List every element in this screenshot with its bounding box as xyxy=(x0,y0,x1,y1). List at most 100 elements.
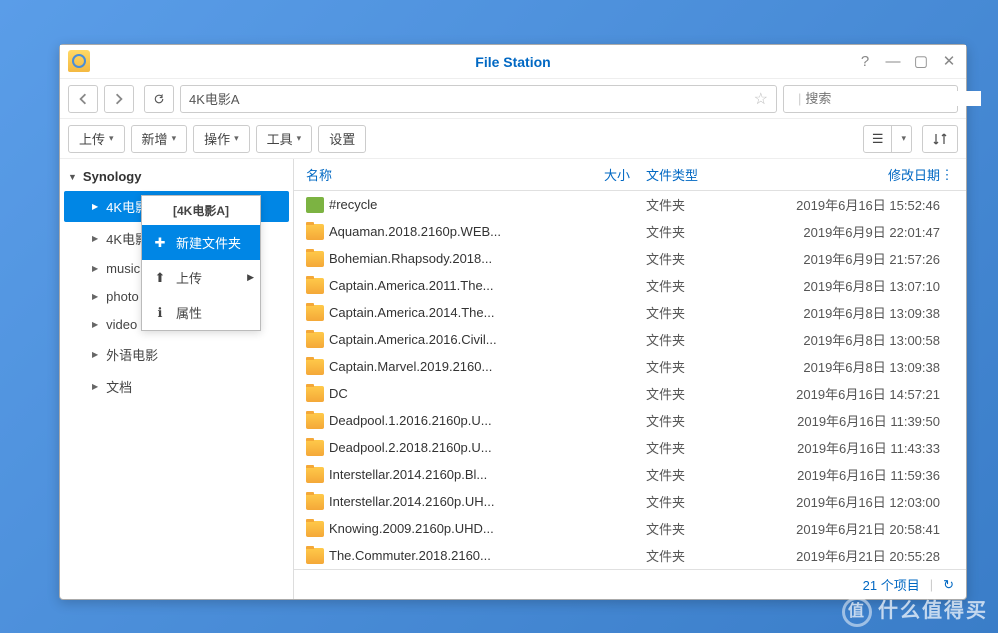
view-dropdown-button[interactable]: ▾ xyxy=(891,125,912,153)
sort-button[interactable] xyxy=(922,125,958,153)
file-date: 2019年6月16日 12:03:00 xyxy=(760,492,940,511)
context-menu-item[interactable]: ⬆上传▶ xyxy=(142,260,260,295)
file-type: 文件夹 xyxy=(630,357,760,376)
file-name: Captain.America.2014.The... xyxy=(329,305,540,320)
upload-icon: ⬆ xyxy=(152,270,168,286)
context-menu-item[interactable]: ✚ 新建文件夹 xyxy=(142,225,260,260)
plus-icon: ✚ xyxy=(152,235,168,251)
file-name: Deadpool.1.2016.2160p.U... xyxy=(329,413,540,428)
refresh-button[interactable] xyxy=(144,85,174,113)
expand-icon[interactable]: ▶ xyxy=(92,264,98,273)
close-icon[interactable]: ✕ xyxy=(936,49,962,73)
info-icon: ℹ xyxy=(152,305,168,321)
file-type: 文件夹 xyxy=(630,276,760,295)
file-type: 文件夹 xyxy=(630,195,760,214)
file-name: DC xyxy=(329,386,540,401)
file-row[interactable]: Captain.America.2016.Civil...文件夹2019年6月8… xyxy=(294,326,966,353)
new-button[interactable]: 新增▾ xyxy=(131,125,188,153)
file-date: 2019年6月9日 22:01:47 xyxy=(760,222,940,241)
folder-icon xyxy=(306,305,324,321)
column-header: 名称 大小 文件类型 修改日期 ⋮ xyxy=(294,159,966,191)
search-input[interactable] xyxy=(805,91,981,106)
upload-button[interactable]: 上传▾ xyxy=(68,125,125,153)
col-type[interactable]: 文件类型 xyxy=(630,165,760,184)
reload-icon[interactable]: ↻ xyxy=(943,577,954,593)
file-name: Captain.America.2016.Civil... xyxy=(329,332,540,347)
path-text: 4K电影A xyxy=(189,89,240,108)
file-row[interactable]: Interstellar.2014.2160p.Bl...文件夹2019年6月1… xyxy=(294,461,966,488)
tree-root[interactable]: ▼Synology xyxy=(60,163,293,190)
maximize-icon[interactable]: ▢ xyxy=(908,49,934,73)
expand-icon[interactable]: ▶ xyxy=(92,320,98,329)
file-row[interactable]: Aquaman.2018.2160p.WEB... 文件夹2019年6月9日 22… xyxy=(294,218,966,245)
file-type: 文件夹 xyxy=(630,330,760,349)
file-date: 2019年6月16日 11:43:33 xyxy=(760,438,940,457)
view-list-button[interactable]: ☰ xyxy=(863,125,893,153)
minimize-icon[interactable]: — xyxy=(880,49,906,73)
file-name: Captain.Marvel.2019.2160... xyxy=(329,359,540,374)
folder-icon xyxy=(306,332,324,348)
folder-icon xyxy=(306,413,324,429)
file-name: Aquaman.2018.2160p.WEB... xyxy=(329,224,540,239)
path-input[interactable]: 4K电影A ☆ xyxy=(180,85,777,113)
sidebar-item-label: 外语电影 xyxy=(106,345,158,364)
file-date: 2019年6月21日 20:55:28 xyxy=(760,546,940,565)
nav-toolbar: 4K电影A ☆ | xyxy=(60,79,966,119)
context-menu-label: 上传 xyxy=(176,268,202,287)
tool-button[interactable]: 工具▾ xyxy=(256,125,313,153)
file-date: 2019年6月8日 13:09:38 xyxy=(760,303,940,322)
file-name: Interstellar.2014.2160p.UH... xyxy=(329,494,540,509)
file-row[interactable]: Captain.America.2011.The...文件夹2019年6月8日 … xyxy=(294,272,966,299)
forward-button[interactable] xyxy=(104,85,134,113)
expand-icon[interactable]: ▶ xyxy=(92,202,98,211)
file-date: 2019年6月16日 14:57:21 xyxy=(760,384,940,403)
file-name: The.Commuter.2018.2160... xyxy=(329,548,540,563)
file-row[interactable]: #recycle文件夹2019年6月16日 15:52:46 xyxy=(294,191,966,218)
file-name: Deadpool.2.2018.2160p.U... xyxy=(329,440,540,455)
back-button[interactable] xyxy=(68,85,98,113)
file-row[interactable]: Knowing.2009.2160p.UHD...文件夹2019年6月21日 2… xyxy=(294,515,966,542)
folder-icon xyxy=(306,440,324,456)
expand-icon[interactable]: ▶ xyxy=(92,292,98,301)
file-type: 文件夹 xyxy=(630,519,760,538)
col-name[interactable]: 名称 xyxy=(306,165,540,184)
folder-icon xyxy=(306,386,324,402)
expand-icon[interactable]: ▶ xyxy=(92,234,98,243)
col-more-icon[interactable]: ⋮ xyxy=(940,167,954,183)
context-menu-label: 新建文件夹 xyxy=(176,233,241,252)
sidebar-item-label: video xyxy=(106,317,137,332)
file-type: 文件夹 xyxy=(630,411,760,430)
file-list-panel: 名称 大小 文件类型 修改日期 ⋮ #recycle文件夹2019年6月16日 … xyxy=(294,159,966,599)
context-menu-item[interactable]: ℹ属性 xyxy=(142,295,260,330)
settings-button[interactable]: 设置 xyxy=(318,125,366,153)
file-type: 文件夹 xyxy=(630,222,760,241)
file-row[interactable]: Deadpool.2.2018.2160p.U...文件夹2019年6月16日 … xyxy=(294,434,966,461)
file-row[interactable]: DC 文件夹2019年6月16日 14:57:21 xyxy=(294,380,966,407)
item-count: 21 个项目 xyxy=(863,575,920,594)
col-size[interactable]: 大小 xyxy=(540,165,630,184)
file-type: 文件夹 xyxy=(630,546,760,565)
folder-icon xyxy=(306,548,324,564)
sidebar-item[interactable]: ▶ 文档 xyxy=(64,371,289,402)
file-type: 文件夹 xyxy=(630,384,760,403)
file-row[interactable]: Captain.Marvel.2019.2160...文件夹2019年6月8日 … xyxy=(294,353,966,380)
file-row[interactable]: Captain.America.2014.The...文件夹2019年6月8日 … xyxy=(294,299,966,326)
file-date: 2019年6月16日 11:59:36 xyxy=(760,465,940,484)
search-box[interactable]: | xyxy=(783,85,958,113)
file-date: 2019年6月16日 15:52:46 xyxy=(760,195,940,214)
file-row[interactable]: Interstellar.2014.2160p.UH...文件夹2019年6月1… xyxy=(294,488,966,515)
sidebar-item-label: 文档 xyxy=(106,377,132,396)
col-date[interactable]: 修改日期 xyxy=(760,165,940,184)
folder-icon xyxy=(306,278,324,294)
favorite-icon[interactable]: ☆ xyxy=(754,89,768,109)
sidebar-item[interactable]: ▶ 外语电影 xyxy=(64,339,289,370)
file-row[interactable]: Bohemian.Rhapsody.2018...文件夹2019年6月9日 21… xyxy=(294,245,966,272)
file-row[interactable]: Deadpool.1.2016.2160p.U...文件夹2019年6月16日 … xyxy=(294,407,966,434)
action-button[interactable]: 操作▾ xyxy=(193,125,250,153)
help-icon[interactable]: ? xyxy=(852,49,878,73)
file-date: 2019年6月21日 20:58:41 xyxy=(760,519,940,538)
file-row[interactable]: The.Commuter.2018.2160... 文件夹2019年6月21日 2… xyxy=(294,542,966,569)
expand-icon[interactable]: ▶ xyxy=(92,350,98,359)
folder-icon xyxy=(306,224,324,240)
expand-icon[interactable]: ▶ xyxy=(92,382,98,391)
